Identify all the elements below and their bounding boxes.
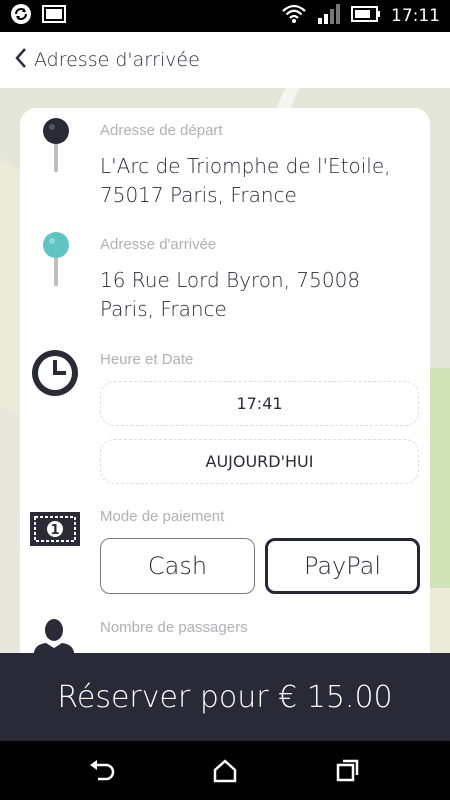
wifi-icon xyxy=(281,3,307,29)
paypal-button[interactable]: PayPal xyxy=(265,538,420,594)
chevron-left-icon[interactable] xyxy=(14,47,28,73)
datetime-label: Heure et Date xyxy=(100,351,194,368)
app-bar: Adresse d'arrivée xyxy=(0,32,450,88)
passengers-label: Nombre de passagers xyxy=(100,619,248,636)
payment-label: Mode de paiement xyxy=(100,508,225,525)
page-title: Adresse d'arrivée xyxy=(34,49,200,71)
banknote-icon: 1 xyxy=(30,512,80,550)
date-field[interactable]: AUJOURD'HUI xyxy=(100,439,419,484)
clock-icon xyxy=(30,348,80,402)
battery-icon xyxy=(351,5,381,27)
departure-value[interactable]: L'Arc de Triomphe de l'Etoile, 75017 Par… xyxy=(100,152,410,210)
sync-icon xyxy=(10,3,32,29)
home-nav-icon[interactable] xyxy=(205,751,245,791)
book-button[interactable]: Réserver pour € 15.00 xyxy=(0,653,450,741)
nav-bar xyxy=(0,741,450,800)
back-nav-icon[interactable] xyxy=(82,751,122,791)
status-left xyxy=(10,3,66,29)
recents-nav-icon[interactable] xyxy=(328,751,368,791)
booking-card: Adresse de départ L'Arc de Triomphe de l… xyxy=(20,108,430,668)
book-button-label: Réserver pour € 15.00 xyxy=(57,679,393,715)
svg-text:1: 1 xyxy=(50,523,59,538)
arrival-value[interactable]: 16 Rue Lord Byron, 75008 Paris, France xyxy=(100,266,410,324)
dark-pin-icon xyxy=(42,118,70,178)
arrival-label: Adresse d'arrivée xyxy=(100,236,217,253)
time-field[interactable]: 17:41 xyxy=(100,381,419,426)
image-icon xyxy=(42,4,66,28)
cash-button[interactable]: Cash xyxy=(100,538,255,594)
status-right: 17:11 xyxy=(281,3,440,29)
status-bar: 17:11 xyxy=(0,0,450,32)
teal-pin-icon xyxy=(42,232,70,292)
status-time: 17:11 xyxy=(391,6,440,26)
signal-icon xyxy=(317,3,341,29)
departure-label: Adresse de départ xyxy=(100,122,223,139)
